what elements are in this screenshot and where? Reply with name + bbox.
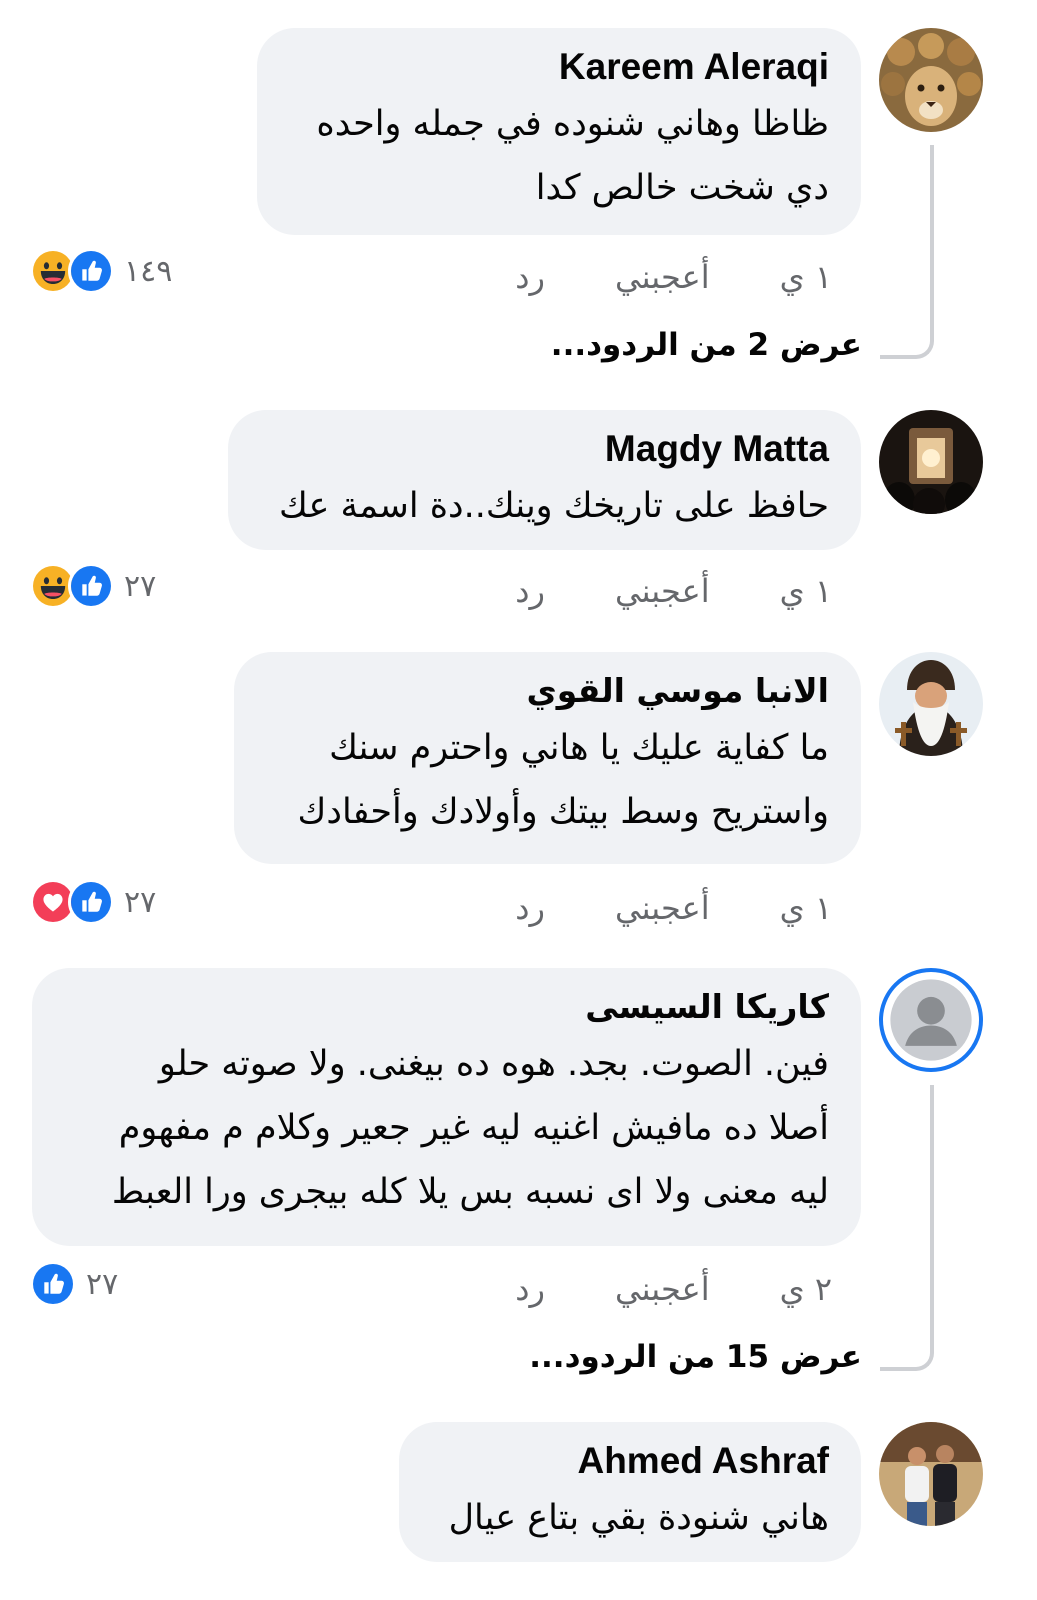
- reply-button[interactable]: رد: [515, 889, 545, 927]
- comment-author[interactable]: Ahmed Ashraf: [431, 1436, 829, 1486]
- comment-bubble: Magdy Matta حافظ على تاريخك وينك..دة اسم…: [228, 410, 861, 550]
- reaction-count: ١٤٩: [124, 253, 173, 289]
- two-men-avatar-icon: [879, 1422, 983, 1526]
- comment-text-line: حافظ على تاريخك وينك..دة اسمة عك: [279, 486, 829, 526]
- like-button[interactable]: أعجبني: [615, 889, 710, 927]
- lion-avatar-icon: [879, 28, 983, 132]
- default-user-avatar-icon: [890, 979, 972, 1061]
- comment-text-line: فين. الصوت. بجد. هوه ده بيغنى. ولا صوته …: [158, 1044, 829, 1084]
- thread-line: [880, 145, 934, 359]
- like-icon: [68, 563, 114, 609]
- comment-actions: ١ ي أعجبني رد: [515, 889, 832, 933]
- comment-actions: ١ ي أعجبني رد: [515, 258, 832, 302]
- reactions-summary[interactable]: ٢٧: [30, 563, 156, 609]
- comment-text-line: دي شخت خالص كدا: [535, 168, 829, 208]
- reaction-count: ٢٧: [124, 568, 157, 604]
- reply-button[interactable]: رد: [515, 258, 545, 296]
- church-altar-avatar-icon: [879, 410, 983, 514]
- comment-bubble: Kareem Aleraqi ظاظا وهاني شنوده في جمله …: [257, 28, 861, 235]
- comment-bubble: الانبا موسي القوي ما كفاية عليك يا هاني …: [234, 652, 861, 864]
- reply-button[interactable]: رد: [515, 572, 545, 610]
- comment-time: ١ ي: [779, 889, 832, 927]
- like-icon: [68, 879, 114, 925]
- reactions-summary[interactable]: ٢٧: [30, 1261, 118, 1307]
- monk-avatar-icon: [879, 652, 983, 756]
- comment-text-line: أصلا ده مافيش اغنيه ليه غير جعير وكلام م…: [118, 1108, 829, 1148]
- comment-bubble: Ahmed Ashraf هاني شنودة بقي بتاع عيال: [399, 1422, 861, 1562]
- reaction-count: ٢٧: [124, 884, 157, 920]
- comment-text-line: واستريح وسط بيتك وأولادك وأحفادك: [297, 792, 829, 832]
- comment-text-line: ما كفاية عليك يا هاني واحترم سنك: [329, 728, 829, 768]
- reactions-summary[interactable]: ٢٧: [30, 879, 156, 925]
- like-button[interactable]: أعجبني: [615, 572, 710, 610]
- reaction-count: ٢٧: [86, 1266, 119, 1302]
- avatar[interactable]: [879, 28, 983, 132]
- thread-line: [880, 1085, 934, 1371]
- comment-author[interactable]: Kareem Aleraqi: [289, 42, 829, 92]
- comment-author[interactable]: Magdy Matta: [260, 424, 829, 474]
- comment-time: ١ ي: [779, 572, 832, 610]
- comment-text-line: ليه معنى ولا اى نسبه بس يلا كله بيجرى ور…: [111, 1172, 829, 1212]
- comment-author[interactable]: الانبا موسي القوي: [266, 666, 829, 716]
- like-icon: [68, 248, 114, 294]
- reply-button[interactable]: رد: [515, 1270, 545, 1308]
- avatar[interactable]: [879, 410, 983, 514]
- avatar[interactable]: [879, 652, 983, 756]
- comment-text-line: ظاظا وهاني شنوده في جمله واحده: [316, 104, 829, 144]
- comment-actions: ١ ي أعجبني رد: [515, 572, 832, 616]
- reactions-summary[interactable]: ١٤٩: [30, 248, 172, 294]
- avatar[interactable]: [879, 968, 983, 1072]
- like-button[interactable]: أعجبني: [615, 258, 710, 296]
- comment-time: ١ ي: [779, 258, 832, 296]
- comment-time: ٢ ي: [779, 1270, 832, 1308]
- like-button[interactable]: أعجبني: [615, 1270, 710, 1308]
- view-replies-link[interactable]: عرض 15 من الردود...: [529, 1339, 862, 1375]
- view-replies-link[interactable]: عرض 2 من الردود...: [551, 327, 862, 363]
- comment-actions: ٢ ي أعجبني رد: [515, 1270, 832, 1314]
- like-icon: [30, 1261, 76, 1307]
- avatar[interactable]: [879, 1422, 983, 1526]
- comment-text-line: هاني شنودة بقي بتاع عيال: [448, 1498, 829, 1538]
- comment-bubble: كاريكا السيسى فين. الصوت. بجد. هوه ده بي…: [32, 968, 861, 1246]
- comment-author[interactable]: كاريكا السيسى: [64, 982, 829, 1032]
